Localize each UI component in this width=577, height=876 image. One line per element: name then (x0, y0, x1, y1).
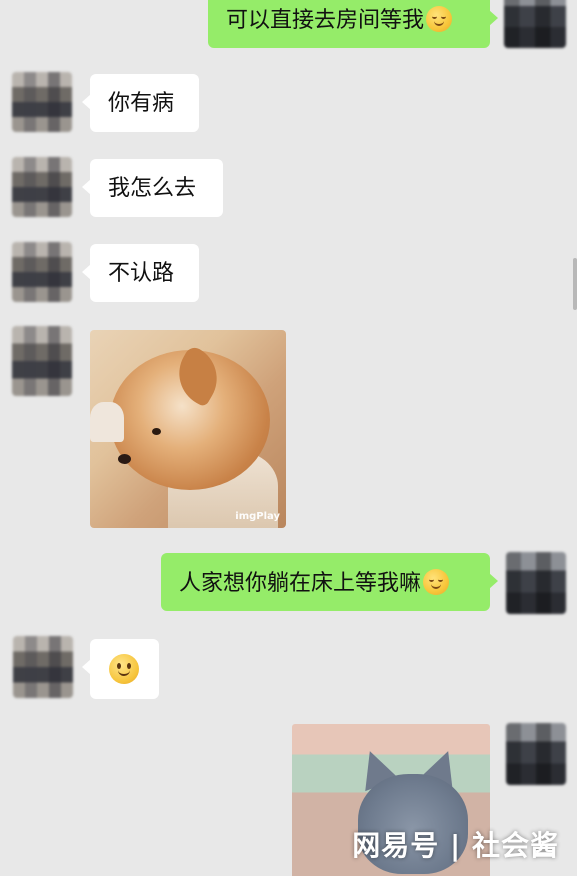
shiba-dog-gif-image[interactable]: imgPlay (90, 330, 286, 528)
avatar-contact[interactable] (13, 636, 73, 698)
face-emoji-icon (423, 569, 450, 595)
dog-paw-shape (90, 402, 124, 442)
avatar-self[interactable] (506, 723, 566, 785)
smile-emoji-icon (109, 654, 139, 684)
message-bubble-left[interactable] (82, 639, 159, 699)
dog-eye-shape (152, 428, 161, 435)
watermark-text: 网易号 | 社会酱 (352, 829, 559, 862)
avatar-contact[interactable] (12, 326, 72, 396)
message-text: 你有病 (108, 91, 175, 116)
message-text: 可以直接去房间等我 (226, 8, 425, 33)
dog-nose-shape (118, 454, 131, 464)
avatar-contact[interactable] (12, 157, 72, 217)
message-text: 不认路 (108, 261, 175, 286)
avatar-contact[interactable] (12, 242, 72, 302)
message-bubble-left[interactable]: 我怎么去 (82, 159, 223, 217)
message-bubble-right[interactable]: 可以直接去房间等我 (208, 0, 498, 48)
message-bubble-left[interactable]: 不认路 (82, 244, 199, 302)
avatar-self[interactable] (506, 552, 566, 614)
avatar-self[interactable] (504, 0, 566, 48)
avatar-contact[interactable] (12, 72, 72, 132)
scrollbar[interactable] (573, 258, 577, 310)
message-text: 人家想你躺在床上等我嘛 (179, 571, 422, 596)
imgplay-caption: imgPlay (235, 511, 280, 522)
message-bubble-right[interactable]: 人家想你躺在床上等我嘛 (161, 553, 498, 611)
message-bubble-left[interactable]: 你有病 (82, 74, 199, 132)
face-emoji-icon (426, 6, 453, 32)
message-text: 我怎么去 (108, 176, 197, 201)
